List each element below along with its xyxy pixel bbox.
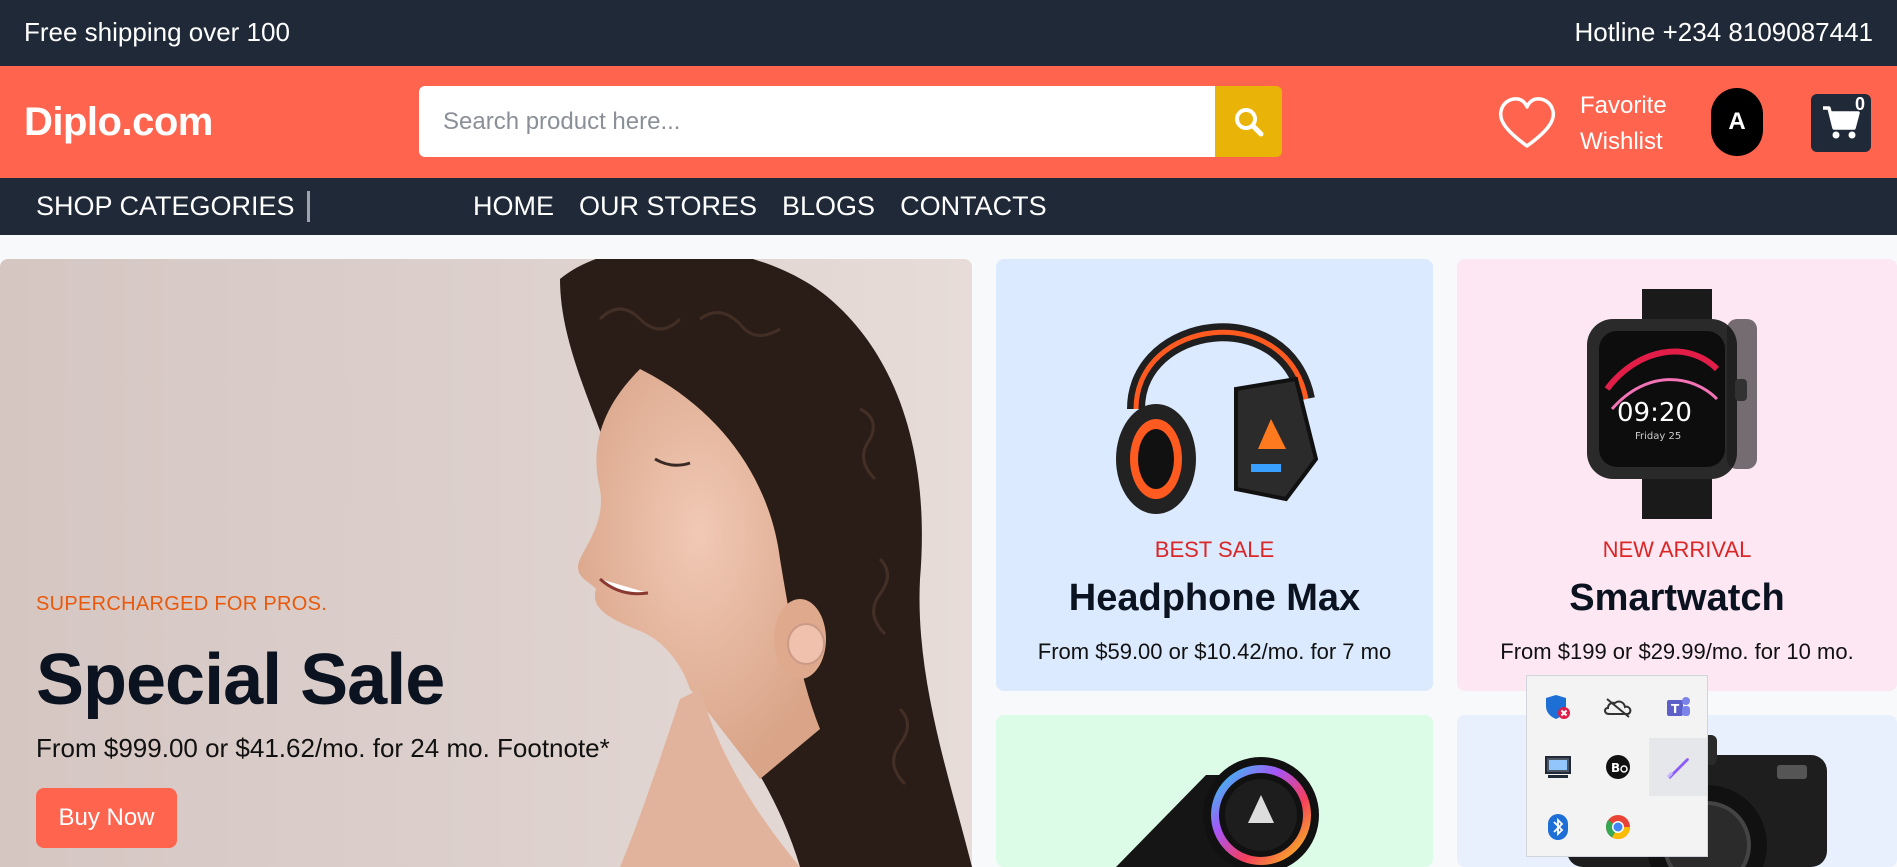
heart-icon[interactable] [1497, 96, 1557, 150]
onedrive-icon[interactable] [1589, 678, 1647, 736]
nav-our-stores[interactable]: OUR STORES [579, 191, 757, 222]
bluetooth-icon[interactable] [1529, 798, 1587, 856]
card-title: Smartwatch [1569, 577, 1785, 619]
buy-now-button[interactable]: Buy Now [36, 788, 177, 848]
pen-icon[interactable] [1649, 738, 1707, 796]
nav-links: HOME OUR STORES BLOGS CONTACTS [473, 191, 1047, 222]
site-logo[interactable]: Diplo.com [24, 100, 213, 145]
hero-subtitle: From $999.00 or $41.62/mo. for 24 mo. Fo… [36, 733, 610, 763]
card-price: From $59.00 or $10.42/mo. for 7 mo [1037, 639, 1392, 664]
cart-count-badge: 0 [1855, 94, 1866, 114]
shop-categories-menu[interactable]: SHOP CATEGORIES [36, 191, 310, 222]
display-icon[interactable] [1529, 738, 1587, 796]
svg-text:T: T [1671, 702, 1680, 716]
defender-alert-icon[interactable] [1529, 678, 1587, 736]
product-card-smartwatch[interactable]: 09:20 Friday 25 NEW ARRIVAL Smartwatch F… [1457, 259, 1897, 691]
watch-date: Friday 25 [1635, 431, 1681, 442]
card-tag: NEW ARRIVAL [1602, 537, 1752, 562]
nav-blogs[interactable]: BLOGS [782, 191, 875, 222]
card-tag: BEST SALE [1154, 537, 1275, 562]
search-input[interactable] [419, 86, 1215, 157]
search-button[interactable] [1215, 86, 1282, 157]
headphone-image [1116, 323, 1319, 514]
favorite-label: Favorite [1580, 92, 1667, 119]
smartwatch-image: 09:20 Friday 25 [1587, 289, 1757, 519]
free-shipping-text: Free shipping over 100 [24, 17, 290, 47]
svg-text:B: B [1611, 761, 1620, 775]
hero-image [560, 259, 972, 867]
teams-icon[interactable]: T [1649, 678, 1707, 736]
product-card-speaker[interactable] [996, 715, 1433, 867]
watch-time: 09:20 [1617, 398, 1692, 428]
chrome-icon[interactable] [1589, 798, 1647, 856]
search-bar [419, 86, 1282, 157]
wishlist-label: Wishlist [1580, 128, 1663, 155]
favorite-wishlist-link[interactable]: Favorite Wishlist [1580, 88, 1667, 160]
system-tray-overflow: T B [1526, 675, 1708, 857]
top-bar: Free shipping over 100 Hotline +234 8109… [0, 0, 1897, 66]
nav-home[interactable]: HOME [473, 191, 554, 222]
hotline-text: Hotline +234 8109087441 [1574, 17, 1873, 47]
search-icon [1234, 107, 1263, 136]
product-card-headphone[interactable]: BEST SALE Headphone Max From $59.00 or $… [996, 259, 1433, 691]
card-price: From $199 or $29.99/mo. for 10 mo. [1500, 639, 1854, 664]
main-nav: SHOP CATEGORIES HOME OUR STORES BLOGS CO… [0, 178, 1897, 235]
speaker-image [1116, 757, 1319, 867]
nav-contacts[interactable]: CONTACTS [900, 191, 1047, 222]
avatar[interactable]: A [1711, 88, 1763, 156]
card-title: Headphone Max [1068, 577, 1361, 619]
hero-title: Special Sale [36, 640, 445, 720]
header: Diplo.com Favorite Wishlist A 0 [0, 66, 1897, 178]
hero-tagline: SUPERCHARGED FOR PROS. [36, 593, 328, 615]
beats-icon[interactable]: B [1589, 738, 1647, 796]
hero-banner: SUPERCHARGED FOR PROS. Special Sale From… [0, 259, 972, 867]
